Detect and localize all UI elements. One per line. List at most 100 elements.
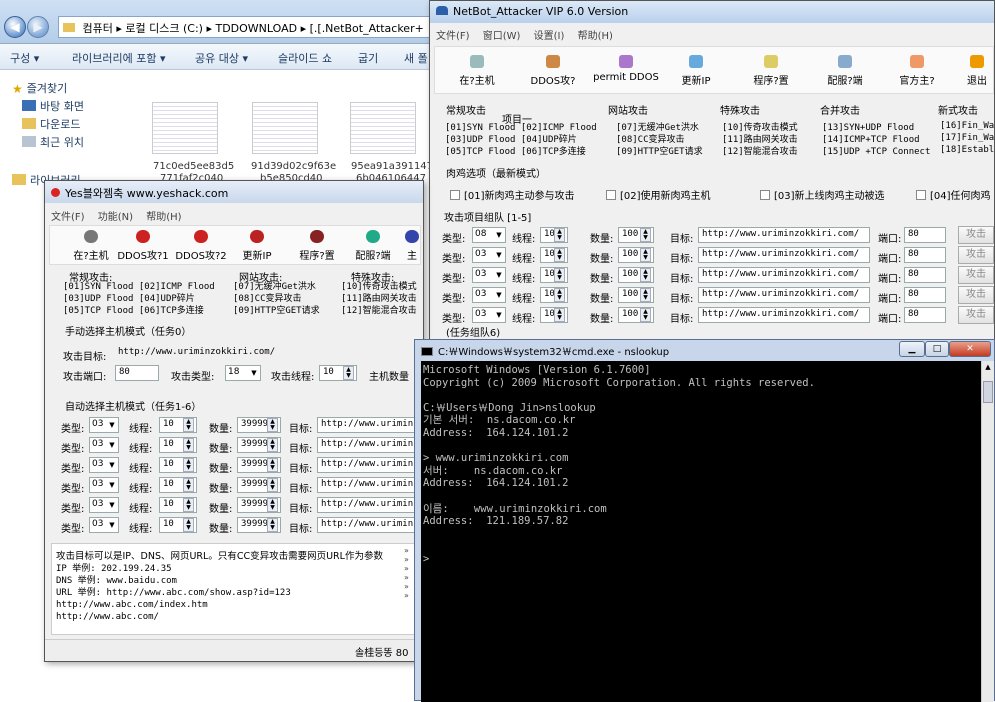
spinner-icon[interactable]: ▲ ▼ — [267, 498, 278, 512]
close-icon[interactable]: ✕ — [949, 341, 991, 357]
checkbox[interactable] — [450, 190, 460, 200]
menu-help[interactable]: 帮助(H) — [146, 212, 181, 223]
maximize-icon[interactable]: □ — [925, 341, 949, 357]
yes-titlebar[interactable]: Yes블와젬축 www.yeshack.com — [45, 181, 423, 203]
option-checkbox-2[interactable]: [02]使用新肉鸡主机 — [606, 187, 711, 202]
minimize-icon[interactable]: ▁ — [899, 341, 925, 357]
spinner-icon[interactable]: ▲ ▼ — [640, 228, 651, 242]
attack-button[interactable]: 攻击 — [958, 246, 994, 264]
official-home-button[interactable]: 官方主? — [887, 55, 947, 87]
port-input[interactable]: 80 — [904, 267, 946, 283]
more-button[interactable]: 主 — [402, 230, 422, 262]
port-input[interactable]: 80 — [904, 287, 946, 303]
type-select[interactable]: 03 ▼ — [89, 477, 119, 493]
type-select[interactable]: 03 ▼ — [89, 457, 119, 473]
permit-ddos-button[interactable]: permit DDOS — [593, 55, 659, 83]
type-select[interactable]: 03 ▼ — [89, 517, 119, 533]
include-library-menu[interactable]: 라이브러리에 포함 ▾ — [72, 50, 165, 66]
spinner-icon[interactable]: ▲ ▼ — [267, 518, 278, 532]
menu-window[interactable]: 窗口(W) — [483, 31, 521, 42]
update-ip-button[interactable]: 更新IP — [671, 55, 721, 87]
file-thumbnail[interactable] — [350, 102, 416, 154]
update-ip-button[interactable]: 更新IP — [234, 230, 280, 262]
scroll-up-icon[interactable]: ▲ — [983, 363, 993, 373]
scrollbar[interactable]: ▲ — [981, 361, 994, 702]
type-select[interactable]: 18 ▼ — [225, 365, 261, 381]
menu-file[interactable]: 文件(F) — [436, 31, 470, 42]
port-input[interactable]: 80 — [904, 227, 946, 243]
type-select[interactable]: 03 ▼ — [89, 497, 119, 513]
spinner-icon[interactable]: ▲ ▼ — [554, 228, 565, 242]
program-settings-button[interactable]: 程序?置 — [741, 55, 801, 87]
share-menu[interactable]: 공유 대상 ▾ — [195, 50, 248, 66]
nav-downloads[interactable]: 다운로드 — [22, 116, 80, 132]
target-input[interactable]: http://www.uriminzokkiri.com/ — [698, 267, 870, 283]
breadcrumb-item[interactable]: [.[.NetBot_Attacker+ — [310, 22, 424, 35]
breadcrumb-item[interactable]: 컴퓨터 — [83, 22, 113, 35]
spinner-icon[interactable]: ▲ ▼ — [267, 418, 278, 432]
online-hosts-button[interactable]: 在?主机 — [64, 230, 118, 262]
option-checkbox-4[interactable]: [04]任何肉鸡 — [916, 187, 991, 202]
config-server-button[interactable]: 配服?端 — [346, 230, 400, 262]
ddos1-button[interactable]: DDOS攻?1 — [116, 230, 170, 262]
attack-button[interactable]: 攻击 — [958, 226, 994, 244]
checkbox[interactable] — [760, 190, 770, 200]
program-settings-button[interactable]: 程序?置 — [290, 230, 344, 262]
checkbox[interactable] — [606, 190, 616, 200]
spinner-icon[interactable]: ▲ ▼ — [183, 498, 194, 512]
nav-recent[interactable]: 최근 위치 — [22, 134, 84, 150]
spinner-icon[interactable]: ▲ ▼ — [554, 288, 565, 302]
type-select[interactable]: 03 ▼ — [89, 437, 119, 453]
slideshow-button[interactable]: 슬라이드 쇼 — [278, 50, 332, 66]
spinner-icon[interactable]: ▲ ▼ — [554, 268, 565, 282]
nav-desktop[interactable]: 바탕 화면 — [22, 98, 84, 114]
option-checkbox-3[interactable]: [03]新上线肉鸡主动被选 — [760, 187, 885, 202]
ddos-attack-button[interactable]: DDOS攻? — [523, 55, 583, 87]
back-icon[interactable]: ◀ — [4, 16, 26, 38]
address-bar[interactable]: 컴퓨터 ▸ 로컬 디스크 (C:) ▸ TDDOWNLOAD ▸ [.[.Net… — [58, 16, 430, 38]
type-select[interactable]: 03 ▼ — [472, 287, 506, 303]
type-select[interactable]: 03 ▼ — [472, 267, 506, 283]
attack-button[interactable]: 攻击 — [958, 306, 994, 324]
target-input[interactable]: http://www.uriminz — [317, 517, 421, 533]
type-select[interactable]: 03 ▼ — [472, 247, 506, 263]
menu-file[interactable]: 文件(F) — [51, 212, 85, 223]
checkbox[interactable] — [916, 190, 926, 200]
menu-help[interactable]: 帮助(H) — [578, 31, 613, 42]
attack-button[interactable]: 攻击 — [958, 286, 994, 304]
file-thumbnail[interactable] — [252, 102, 318, 154]
scroll-thumb[interactable] — [983, 381, 993, 403]
port-input[interactable]: 80 — [904, 307, 946, 323]
spinner-icon[interactable]: ▲ ▼ — [554, 308, 565, 322]
spinner-icon[interactable]: ▲ ▼ — [183, 518, 194, 532]
thread-spinner-icon[interactable]: ▲ ▼ — [343, 366, 354, 380]
target-input[interactable]: http://www.uriminz — [317, 417, 421, 433]
nav-favorites[interactable]: ★ 즐겨찾기 — [12, 80, 67, 96]
console-output[interactable]: Microsoft Windows [Version 6.1.7600] Copy… — [421, 361, 981, 702]
port-input[interactable]: 80 — [904, 247, 946, 263]
breadcrumb-item[interactable]: 로컬 디스크 (C:) — [125, 22, 203, 35]
spinner-icon[interactable]: ▲ ▼ — [183, 458, 194, 472]
spinner-icon[interactable]: ▲ ▼ — [554, 248, 565, 262]
exit-button[interactable]: 退出 — [957, 55, 995, 87]
spinner-icon[interactable]: ▲ ▼ — [267, 478, 278, 492]
new-folder-button[interactable]: 새 폴 — [404, 50, 428, 66]
ddos2-button[interactable]: DDOS攻?2 — [174, 230, 228, 262]
port-input[interactable]: 80 — [115, 365, 159, 381]
spinner-icon[interactable]: ▲ ▼ — [183, 418, 194, 432]
spinner-icon[interactable]: ▲ ▼ — [640, 268, 651, 282]
target-input[interactable]: http://www.uriminz — [317, 437, 421, 453]
file-thumbnail[interactable] — [152, 102, 218, 154]
target-input[interactable]: http://www.uriminz — [317, 477, 421, 493]
menu-settings[interactable]: 设置(I) — [534, 31, 565, 42]
online-hosts-button[interactable]: 在?主机 — [447, 55, 507, 87]
attack-button[interactable]: 攻击 — [958, 266, 994, 284]
option-checkbox-1[interactable]: [01]新肉鸡主动参与攻击 — [450, 187, 575, 202]
spinner-icon[interactable]: ▲ ▼ — [640, 308, 651, 322]
type-select[interactable]: 03 ▼ — [89, 417, 119, 433]
target-input[interactable]: http://www.uriminzokkiri.com/ — [698, 247, 870, 263]
spinner-icon[interactable]: ▲ ▼ — [640, 248, 651, 262]
spinner-icon[interactable]: ▲ ▼ — [267, 438, 278, 452]
target-input[interactable]: http://www.uriminz — [317, 457, 421, 473]
config-server-button[interactable]: 配服?端 — [815, 55, 875, 87]
